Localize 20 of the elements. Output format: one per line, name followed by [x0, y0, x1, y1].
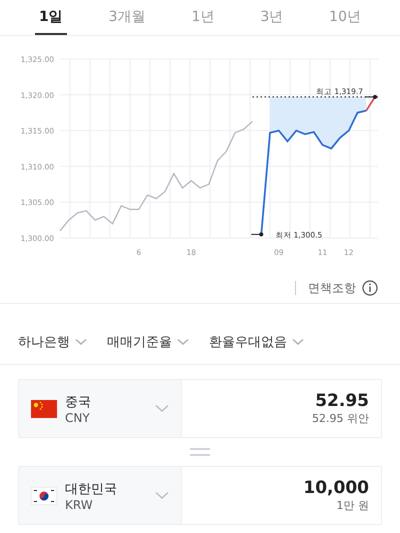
chevron-icon	[155, 491, 169, 500]
chevron-icon	[177, 338, 189, 346]
filter-dropdown[interactable]: 하나은행	[18, 333, 87, 351]
chevron-icon	[75, 338, 87, 346]
filter-dropdown[interactable]: 환율우대없음	[209, 333, 304, 351]
disclaimer-link[interactable]: 면책조항	[308, 280, 356, 296]
flag-icon	[31, 486, 57, 504]
info-icon[interactable]	[362, 280, 378, 296]
chevron-icon	[155, 404, 169, 413]
chevron-icon	[292, 338, 304, 346]
currency-select[interactable]: 중국 CNY	[19, 380, 182, 437]
amount-text: 52.95 위안	[312, 411, 369, 426]
amount-value[interactable]: 52.95	[315, 391, 369, 411]
amount-text: 1만 원	[336, 498, 369, 513]
equals-icon	[190, 447, 210, 457]
period-tab[interactable]: 1일	[34, 0, 67, 35]
amount-value[interactable]: 10,000	[303, 478, 369, 498]
filter-dropdown[interactable]: 매매기준율	[107, 333, 189, 351]
flag-icon	[31, 400, 57, 418]
currency-select[interactable]: 대한민국 KRW	[19, 467, 182, 524]
